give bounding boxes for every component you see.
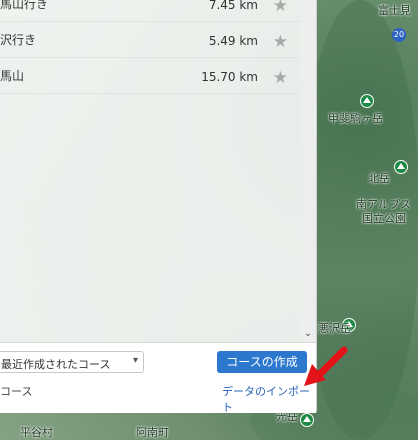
- panel-footer: 最近作成されたコース ▾ コースの作成 コース データのインポート: [0, 342, 316, 414]
- sort-select-value: 最近作成されたコース: [1, 358, 111, 371]
- annotation-arrow-icon: [304, 346, 348, 386]
- peak-marker-icon[interactable]: [394, 160, 408, 174]
- peak-marker-icon[interactable]: [360, 94, 374, 108]
- course-name: 沢行き: [0, 33, 37, 47]
- chevron-down-icon: ▾: [132, 355, 138, 366]
- scroll-down-icon[interactable]: ⌄: [300, 326, 316, 342]
- star-icon[interactable]: ★: [273, 34, 288, 51]
- map-label-warusawadake: 悪沢岳: [318, 322, 351, 335]
- map-label-fujimi: 富士見: [378, 4, 411, 17]
- course-distance: 5.49 km: [208, 34, 258, 48]
- star-icon[interactable]: ★: [273, 0, 288, 15]
- list-item[interactable]: 馬山 15.70 km ★: [0, 58, 300, 94]
- map-label-national-park: 国立公園: [362, 212, 406, 225]
- course-list: 馬山行き 7.45 km ★ 沢行き 5.49 km ★ 馬山 15.70 km…: [0, 0, 300, 340]
- course-name: 馬山: [0, 69, 25, 83]
- map-label-hiraya: 平谷村: [20, 426, 53, 439]
- course-distance: 15.70 km: [201, 70, 258, 84]
- map-label-anan: 阿南町: [136, 426, 169, 439]
- list-item[interactable]: 沢行き 5.49 km ★: [0, 22, 300, 58]
- course-name: 馬山行き: [0, 0, 49, 11]
- scrollbar[interactable]: [300, 0, 316, 342]
- create-course-button[interactable]: コースの作成: [217, 351, 307, 373]
- route-badge: 20: [392, 28, 406, 42]
- peak-marker-icon[interactable]: [300, 413, 314, 427]
- map-label-kaikomagatake: 甲斐駒ヶ岳: [328, 112, 383, 125]
- sort-select[interactable]: 最近作成されたコース ▾: [0, 351, 144, 373]
- star-icon[interactable]: ★: [273, 70, 288, 87]
- course-link[interactable]: コース: [0, 383, 32, 399]
- course-panel: 馬山行き 7.45 km ★ 沢行き 5.49 km ★ 馬山 15.70 km…: [0, 0, 317, 414]
- list-item[interactable]: 馬山行き 7.45 km ★: [0, 0, 300, 22]
- map-label-kitadake: 北岳: [368, 172, 390, 185]
- course-distance: 7.45 km: [208, 0, 258, 12]
